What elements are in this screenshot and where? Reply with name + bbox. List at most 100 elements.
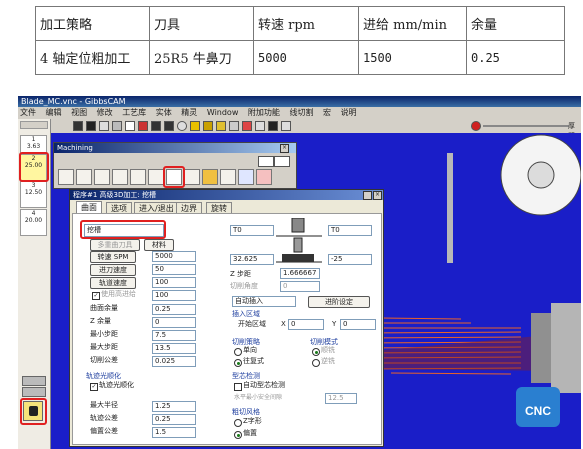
finish-tool-icon[interactable]: [184, 169, 200, 185]
offset-radio[interactable]: [234, 431, 242, 439]
surface-stock-field[interactable]: 0.25: [152, 304, 196, 315]
machine-icon[interactable]: [151, 121, 161, 131]
z-step-label: Z 步距: [230, 270, 252, 278]
drill-tool-icon[interactable]: [94, 169, 110, 185]
surface-tool-icon[interactable]: [148, 169, 164, 185]
z-step-field[interactable]: 1.666667: [280, 268, 320, 279]
rapid-checkbox[interactable]: ✓: [92, 292, 100, 300]
flowline-tool-icon[interactable]: [202, 169, 218, 185]
plunge-button[interactable]: 轨道速度: [90, 277, 136, 289]
cut-icon[interactable]: [242, 121, 252, 131]
safety-field[interactable]: 12.5: [325, 393, 357, 404]
bar-chart-icon[interactable]: [138, 121, 148, 131]
path-tolerance-field[interactable]: 0.25: [152, 414, 196, 425]
start-y-field[interactable]: 0: [340, 319, 376, 330]
stock-top-field[interactable]: 32.625: [230, 254, 274, 265]
help-icon[interactable]: [363, 191, 372, 200]
max-radius-label: 最大半径: [90, 401, 118, 409]
speed-button[interactable]: 转速 SPM: [90, 251, 136, 263]
solid-icon[interactable]: [164, 121, 174, 131]
tool-slot[interactable]: 4 20.00: [20, 209, 47, 236]
climb-radio[interactable]: [312, 348, 320, 356]
menu-plugins[interactable]: 附加功能: [248, 108, 280, 117]
top-plane-left-field[interactable]: T0: [230, 225, 274, 236]
tool-slot[interactable]: 3 12.50: [20, 181, 47, 208]
compass-center[interactable]: [527, 161, 555, 189]
cut-tolerance-field[interactable]: 0.025: [152, 356, 196, 367]
link-icon[interactable]: [229, 121, 239, 131]
zigzag-radio[interactable]: [234, 359, 242, 367]
menu-window[interactable]: Window: [207, 108, 239, 117]
probe-tool-icon[interactable]: [238, 169, 254, 185]
gibbscam-window: Blade_MC.vnc - GibbsCAM 文件 编辑 视图 修改 工艺库 …: [18, 96, 581, 449]
menu-edit[interactable]: 编辑: [46, 108, 62, 117]
max-step-field[interactable]: 13.5: [152, 343, 196, 354]
table-header-cell: 刀具: [149, 6, 254, 41]
advanced-settings-button[interactable]: 进阶设定: [308, 296, 370, 308]
menu-solid[interactable]: 实体: [156, 108, 172, 117]
cut-angle-label: 切削角度: [230, 282, 258, 290]
auto-insert-select[interactable]: 自动插入: [232, 296, 296, 307]
z-stock-field[interactable]: 0: [152, 317, 196, 328]
contour-tool-icon[interactable]: [58, 169, 74, 185]
main-toolbar: 厚壁: [53, 119, 581, 140]
special-tool-icon[interactable]: [256, 169, 272, 185]
pocket-tool-icon[interactable]: [76, 169, 92, 185]
help-icon[interactable]: [281, 121, 291, 131]
cube-icon[interactable]: [99, 121, 109, 131]
material-button[interactable]: 材料: [144, 239, 174, 251]
speed-field[interactable]: 5000: [152, 251, 196, 262]
start-x-field[interactable]: 0: [288, 319, 324, 330]
slider-track[interactable]: [483, 125, 569, 127]
z-shape-radio[interactable]: [234, 419, 242, 427]
menu-file[interactable]: 文件: [20, 108, 36, 117]
feed-button[interactable]: 进刀速度: [90, 264, 136, 276]
grid-icon[interactable]: [86, 121, 96, 131]
offset-tolerance-field[interactable]: 1.5: [152, 427, 196, 438]
palette-option-icon[interactable]: [274, 156, 290, 167]
tool-slot-number: 4: [31, 210, 36, 217]
top-plane-right-field[interactable]: T0: [328, 225, 372, 236]
menu-macro[interactable]: 宏: [323, 108, 331, 117]
palette-option-icon[interactable]: [258, 156, 274, 167]
menu-modify[interactable]: 修改: [97, 108, 113, 117]
v-tool-icon[interactable]: [220, 169, 236, 185]
face-tool-icon[interactable]: [130, 169, 146, 185]
tool-slot-number: 1: [31, 136, 36, 143]
flag-icon[interactable]: [268, 121, 278, 131]
scroll-up-button[interactable]: [22, 387, 46, 397]
window-title: Blade_MC.vnc - GibbsCAM: [18, 96, 581, 107]
folder-icon[interactable]: [190, 121, 200, 131]
min-step-field[interactable]: 7.5: [152, 330, 196, 341]
menu-help[interactable]: 说明: [341, 108, 357, 117]
auto-core-checkbox[interactable]: [234, 383, 242, 391]
rapid-field[interactable]: 100: [152, 290, 196, 301]
rough-style-group-label: 粗切风格: [232, 408, 260, 416]
scroll-down-button[interactable]: [22, 376, 46, 386]
close-icon[interactable]: ×: [280, 144, 289, 153]
open-icon[interactable]: [203, 121, 213, 131]
depth-field[interactable]: -25: [328, 254, 372, 265]
circle-icon[interactable]: [177, 121, 187, 131]
multi-tool-button[interactable]: 多重曲刀具: [90, 239, 140, 251]
smoothing-checkbox[interactable]: ✓: [90, 383, 98, 391]
one-way-radio[interactable]: [234, 348, 242, 356]
thread-tool-icon[interactable]: [112, 169, 128, 185]
geometry-icon[interactable]: [73, 121, 83, 131]
menu-view[interactable]: 视图: [71, 108, 87, 117]
max-radius-field[interactable]: 1.25: [152, 401, 196, 412]
strategy-highlight: [80, 220, 166, 239]
cut-angle-field[interactable]: 0: [280, 281, 320, 292]
tool-icon[interactable]: [112, 121, 122, 131]
conventional-radio[interactable]: [312, 359, 320, 367]
menu-process-library[interactable]: 工艺库: [122, 108, 146, 117]
stop-icon[interactable]: [471, 121, 481, 131]
plunge-field[interactable]: 100: [152, 277, 196, 288]
menu-wizard[interactable]: 精灵: [181, 108, 197, 117]
close-icon[interactable]: ×: [373, 191, 382, 200]
feed-field[interactable]: 50: [152, 264, 196, 275]
doc-icon[interactable]: [125, 121, 135, 131]
save-icon[interactable]: [216, 121, 226, 131]
cursor-icon[interactable]: [255, 121, 265, 131]
menu-wire-edm[interactable]: 线切割: [289, 108, 313, 117]
